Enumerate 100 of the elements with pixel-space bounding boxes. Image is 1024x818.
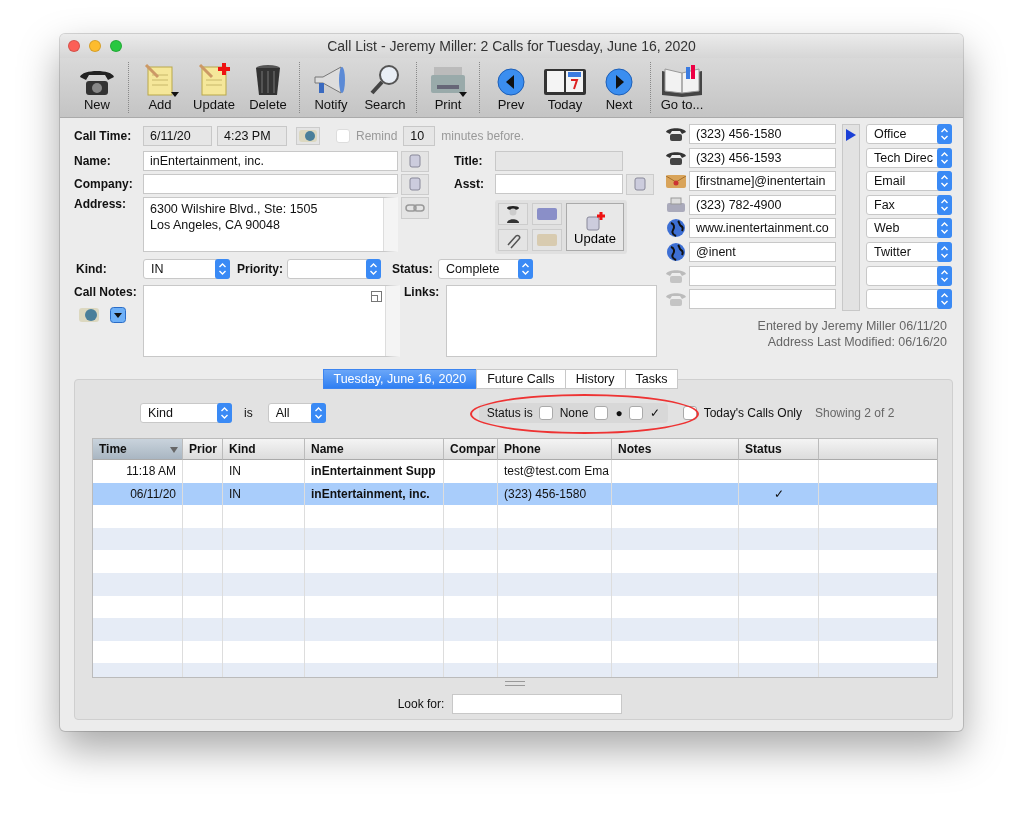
tab[interactable]: Future Calls xyxy=(476,369,566,389)
clock-button[interactable] xyxy=(296,127,320,145)
status-checkbox[interactable] xyxy=(594,406,609,420)
envelope-icon xyxy=(536,207,558,221)
resize-handle[interactable] xyxy=(505,681,525,686)
filter-field-select[interactable]: Kind xyxy=(140,403,232,423)
toolbar-button[interactable]: Go to... xyxy=(655,62,709,113)
field-label: Call Time: xyxy=(74,129,133,143)
card-file-button[interactable] xyxy=(401,150,429,172)
contact-field[interactable]: @inent xyxy=(689,241,836,262)
toolbar-button[interactable]: Search xyxy=(358,62,412,113)
attach-button[interactable] xyxy=(498,229,528,251)
look-for-label: Look for: xyxy=(397,697,445,711)
contact-type-select[interactable]: Twitter xyxy=(866,241,952,262)
minutes-label: minutes before. xyxy=(441,129,525,143)
field-label: Name: xyxy=(74,154,112,168)
field-label: Kind: xyxy=(76,262,108,276)
contact-type-select[interactable] xyxy=(866,265,952,286)
stepper-icon xyxy=(310,403,326,423)
toolbar-button[interactable]: Notify xyxy=(304,62,358,113)
stepper-icon xyxy=(937,289,952,310)
links-field[interactable] xyxy=(446,285,657,357)
contact-type-select[interactable] xyxy=(866,289,952,310)
contact-field[interactable] xyxy=(689,265,836,286)
column-header[interactable]: Status xyxy=(739,439,819,460)
person-icon xyxy=(506,205,520,223)
card-file-icon xyxy=(408,176,422,192)
toolbar-button[interactable]: Prev xyxy=(484,62,538,113)
kind-select[interactable]: IN xyxy=(143,259,230,279)
priority-select[interactable] xyxy=(287,259,381,279)
column-header[interactable]: Phone xyxy=(498,439,612,460)
toolbar-button[interactable]: Delete xyxy=(241,62,295,113)
contact-type-select[interactable]: Office xyxy=(866,124,952,144)
column-header[interactable]: Name xyxy=(305,439,444,460)
status-checkbox[interactable] xyxy=(628,406,643,420)
table-cell: inEntertainment Supp xyxy=(305,460,444,483)
close-button[interactable] xyxy=(68,40,80,52)
tab[interactable]: History xyxy=(564,369,626,389)
tab[interactable]: Tasks xyxy=(624,369,679,389)
column-header[interactable]: Time xyxy=(93,439,183,460)
contact-field[interactable]: (323) 456-1593 xyxy=(689,147,836,168)
status-option-label: ● xyxy=(615,406,623,420)
address-field[interactable]: 6300 Wilshire Blvd., Ste: 1505 Los Angeles, CA 90048 xyxy=(143,197,398,252)
contact-type-select[interactable]: Web xyxy=(866,218,952,239)
call-notes-field[interactable] xyxy=(143,285,400,357)
column-header[interactable]: Kind xyxy=(223,439,305,460)
link-button[interactable] xyxy=(401,197,429,219)
clock-icon xyxy=(298,129,318,143)
contact-type-select[interactable]: Tech Direc xyxy=(866,147,952,168)
card-file-button[interactable] xyxy=(401,173,429,195)
table-row[interactable]: 06/11/20 IN inEntertainment, inc. (323) 456-1580 ✓ xyxy=(93,482,937,506)
stepper-icon xyxy=(518,259,533,279)
toolbar-button[interactable]: Update xyxy=(187,62,241,113)
window-title: Call List - Jeremy Miller: 2 Calls for Tuesday, June 16, 2020 xyxy=(326,38,697,54)
zoom-button[interactable] xyxy=(110,40,122,52)
status-is-label: Status is xyxy=(486,406,533,420)
name-field[interactable]: inEntertainment, inc. xyxy=(143,151,398,171)
field-label: Status: xyxy=(392,262,434,276)
toolbar-button[interactable]: New xyxy=(70,62,124,113)
entered-by-text: Entered by Jeremy Miller 06/11/20 xyxy=(757,319,947,334)
look-for-field[interactable] xyxy=(452,694,623,714)
contact-type-select[interactable]: Email xyxy=(866,171,952,192)
column-header[interactable]: Notes xyxy=(612,439,739,460)
contact-button[interactable] xyxy=(498,203,528,225)
asst-field[interactable] xyxy=(495,174,623,194)
address-modified-text: Address Last Modified: 06/16/20 xyxy=(767,335,947,350)
contact-type-select[interactable]: Fax xyxy=(866,194,952,215)
time-field[interactable]: 4:23 PM xyxy=(217,126,287,146)
update-button[interactable]: Update xyxy=(566,203,624,251)
toolbar-button[interactable]: Today xyxy=(538,62,592,113)
card-file-button[interactable] xyxy=(626,173,654,195)
date-field[interactable]: 6/11/20 xyxy=(143,126,212,146)
chain-link-icon xyxy=(405,203,425,213)
filter-value-select[interactable]: All xyxy=(267,403,326,423)
contact-field[interactable]: [firstname]@inentertain xyxy=(689,171,836,192)
field-label: Title: xyxy=(454,154,484,168)
stepper-icon xyxy=(937,171,952,192)
card-file-icon xyxy=(633,176,647,192)
field-label: Asst: xyxy=(454,177,485,191)
contact-field[interactable]: (323) 456-1580 xyxy=(689,124,836,144)
column-header[interactable]: Compar xyxy=(444,439,498,460)
trash-icon xyxy=(253,63,283,97)
contact-field[interactable]: (323) 782-4900 xyxy=(689,194,836,215)
status-checkbox[interactable] xyxy=(538,406,553,420)
contact-field[interactable]: www.inentertainment.co xyxy=(689,218,836,239)
company-field[interactable] xyxy=(143,174,398,194)
telephone-icon xyxy=(665,268,687,283)
contact-field[interactable] xyxy=(689,289,836,310)
column-header[interactable]: Prior xyxy=(183,439,223,460)
toolbar-button[interactable]: Print xyxy=(421,62,475,113)
status-select[interactable]: Complete xyxy=(438,259,533,279)
dropdown-icon[interactable] xyxy=(110,307,126,323)
telephone-icon xyxy=(665,127,687,141)
clock-icon[interactable] xyxy=(78,307,100,323)
envelope-icon xyxy=(665,173,687,190)
toolbar-button[interactable]: Add xyxy=(133,62,187,113)
todays-calls-checkbox[interactable] xyxy=(682,406,697,420)
minimize-button[interactable] xyxy=(89,40,101,52)
toolbar-button[interactable]: Next xyxy=(592,62,646,113)
expand-icon[interactable] xyxy=(371,291,382,302)
